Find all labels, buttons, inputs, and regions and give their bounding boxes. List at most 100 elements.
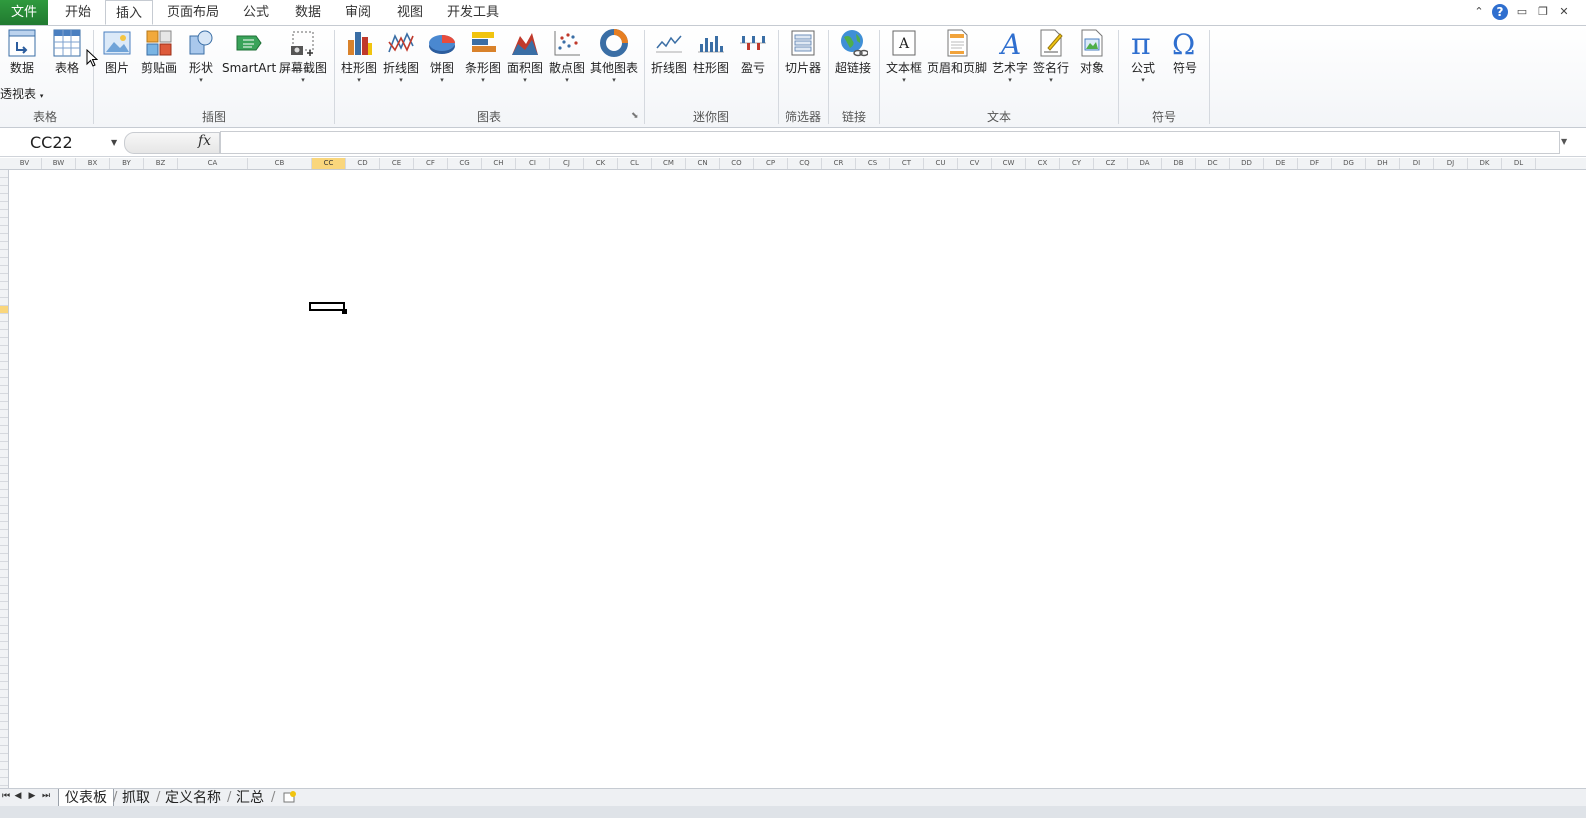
column-header[interactable]: CE bbox=[380, 158, 414, 169]
tab-home[interactable]: 开始 bbox=[56, 0, 100, 25]
row-header[interactable] bbox=[0, 354, 8, 362]
object-button[interactable]: 对象 bbox=[1073, 28, 1111, 76]
sheet-tab-fetch[interactable]: 抓取 bbox=[116, 789, 156, 807]
column-chart-button[interactable]: 柱形图 ▾ bbox=[339, 28, 379, 84]
column-header[interactable]: CK bbox=[584, 158, 618, 169]
row-header[interactable] bbox=[0, 490, 8, 498]
row-header[interactable] bbox=[0, 778, 8, 786]
row-header[interactable] bbox=[0, 298, 8, 306]
row-header[interactable] bbox=[0, 410, 8, 418]
column-header[interactable]: CR bbox=[822, 158, 856, 169]
column-header[interactable]: DG bbox=[1332, 158, 1366, 169]
scatter-chart-button[interactable]: 散点图 ▾ bbox=[547, 28, 587, 84]
row-header[interactable] bbox=[0, 322, 8, 330]
tab-data[interactable]: 数据 bbox=[288, 0, 328, 25]
wordart-button[interactable]: A 艺术字 ▾ bbox=[991, 28, 1029, 84]
row-header[interactable] bbox=[0, 538, 8, 546]
row-header[interactable] bbox=[0, 362, 8, 370]
row-header[interactable] bbox=[0, 554, 8, 562]
row-header[interactable] bbox=[0, 338, 8, 346]
column-header[interactable]: CZ bbox=[1094, 158, 1128, 169]
column-header[interactable]: DB bbox=[1162, 158, 1196, 169]
tab-view[interactable]: 视图 bbox=[390, 0, 430, 25]
sparkline-column-button[interactable]: 柱形图 bbox=[692, 28, 730, 76]
row-header[interactable] bbox=[0, 394, 8, 402]
row-header[interactable] bbox=[0, 578, 8, 586]
column-header[interactable]: BV bbox=[8, 158, 42, 169]
row-header[interactable] bbox=[0, 402, 8, 410]
row-header[interactable] bbox=[0, 314, 8, 322]
tab-insert[interactable]: 插入 bbox=[105, 0, 153, 25]
column-header[interactable]: DI bbox=[1400, 158, 1434, 169]
last-sheet-icon[interactable]: ⏭ bbox=[40, 791, 52, 801]
column-header[interactable]: CT bbox=[890, 158, 924, 169]
column-header[interactable]: DD bbox=[1230, 158, 1264, 169]
charts-dialog-launcher-icon[interactable]: ⬊ bbox=[631, 111, 639, 121]
column-header[interactable]: CJ bbox=[550, 158, 584, 169]
column-header[interactable]: DH bbox=[1366, 158, 1400, 169]
row-header[interactable] bbox=[0, 570, 8, 578]
row-header[interactable] bbox=[0, 282, 8, 290]
column-header[interactable]: DC bbox=[1196, 158, 1230, 169]
other-charts-button[interactable]: 其他图表 ▾ bbox=[589, 28, 639, 84]
sheet-tab-dashboard[interactable]: 仪表板 bbox=[58, 789, 114, 807]
column-header[interactable]: CN bbox=[686, 158, 720, 169]
formula-bar-expand-icon[interactable]: ▼ bbox=[1561, 137, 1567, 146]
tab-formulas[interactable]: 公式 bbox=[236, 0, 276, 25]
pivot-table-button[interactable]: 数据 bbox=[4, 28, 40, 76]
prev-sheet-icon[interactable]: ◀ bbox=[12, 791, 24, 801]
row-header[interactable] bbox=[0, 666, 8, 674]
hyperlink-button[interactable]: 超链接 bbox=[833, 28, 873, 76]
column-header[interactable]: CM bbox=[652, 158, 686, 169]
column-header[interactable]: CS bbox=[856, 158, 890, 169]
row-header[interactable] bbox=[0, 170, 8, 178]
row-header[interactable] bbox=[0, 186, 8, 194]
column-header[interactable]: DL bbox=[1502, 158, 1536, 169]
row-header[interactable] bbox=[0, 610, 8, 618]
tab-page-layout[interactable]: 页面布局 bbox=[162, 0, 224, 25]
smartart-button[interactable]: SmartArt bbox=[222, 28, 276, 76]
next-sheet-icon[interactable]: ▶ bbox=[26, 791, 38, 801]
table-button[interactable]: 表格 bbox=[50, 28, 84, 76]
row-header[interactable] bbox=[0, 506, 8, 514]
column-header[interactable]: BW bbox=[42, 158, 76, 169]
sheet-grid[interactable] bbox=[9, 170, 1586, 788]
row-header[interactable] bbox=[0, 682, 8, 690]
fill-handle[interactable] bbox=[342, 309, 347, 314]
symbol-button[interactable]: Ω 符号 bbox=[1166, 28, 1204, 76]
row-header[interactable] bbox=[0, 730, 8, 738]
name-box[interactable]: CC22 bbox=[0, 132, 122, 154]
row-header[interactable] bbox=[0, 762, 8, 770]
row-header[interactable] bbox=[0, 546, 8, 554]
row-header[interactable] bbox=[0, 522, 8, 530]
row-header[interactable] bbox=[0, 378, 8, 386]
window-close-icon[interactable]: ✕ bbox=[1556, 4, 1572, 20]
row-header[interactable] bbox=[0, 626, 8, 634]
row-header[interactable] bbox=[0, 602, 8, 610]
row-header[interactable] bbox=[0, 770, 8, 778]
column-header[interactable]: BX bbox=[76, 158, 110, 169]
column-header[interactable]: CO bbox=[720, 158, 754, 169]
row-header[interactable] bbox=[0, 634, 8, 642]
signature-line-button[interactable]: 签名行 ▾ bbox=[1031, 28, 1071, 84]
column-header[interactable]: DJ bbox=[1434, 158, 1468, 169]
column-header[interactable]: BZ bbox=[144, 158, 178, 169]
column-header[interactable]: DK bbox=[1468, 158, 1502, 169]
bar-chart-button[interactable]: 条形图 ▾ bbox=[463, 28, 503, 84]
column-header[interactable]: CX bbox=[1026, 158, 1060, 169]
row-header[interactable] bbox=[0, 514, 8, 522]
tab-developer[interactable]: 开发工具 bbox=[442, 0, 504, 25]
row-header[interactable] bbox=[0, 426, 8, 434]
window-minimize-icon[interactable]: ▭ bbox=[1514, 4, 1530, 20]
picture-button[interactable]: 图片 bbox=[100, 28, 134, 76]
first-sheet-icon[interactable]: ⏮ bbox=[0, 791, 12, 801]
row-header[interactable] bbox=[0, 658, 8, 666]
ribbon-minimize-icon[interactable]: ⌃ bbox=[1471, 4, 1487, 20]
line-chart-button[interactable]: 折线图 ▾ bbox=[381, 28, 421, 84]
column-header[interactable]: CC bbox=[312, 158, 346, 169]
help-icon[interactable]: ? bbox=[1492, 4, 1508, 20]
column-header[interactable]: CD bbox=[346, 158, 380, 169]
row-header[interactable] bbox=[0, 530, 8, 538]
row-header[interactable] bbox=[0, 194, 8, 202]
textbox-button[interactable]: A 文本框 ▾ bbox=[884, 28, 924, 84]
